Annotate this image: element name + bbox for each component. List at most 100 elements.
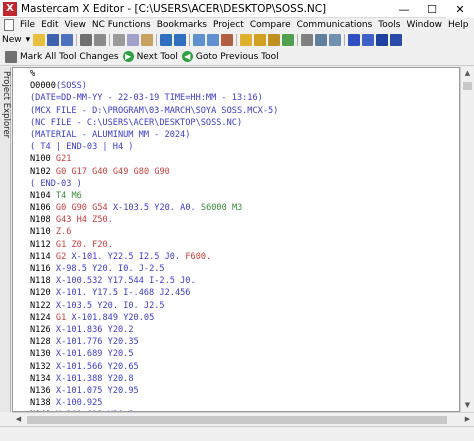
vertical-scrollbar[interactable]: ▲ ▼ <box>460 67 474 412</box>
open-folder-icon[interactable] <box>33 34 46 46</box>
code-line[interactable]: N102 G0 G17 G40 G49 G80 G90 <box>30 166 278 178</box>
minimize-button[interactable]: — <box>390 0 418 18</box>
code-line[interactable]: (MATERIAL - ALUMINUM MM - 2024) <box>30 129 278 141</box>
replace-icon[interactable] <box>221 34 234 46</box>
code-line[interactable]: N138 X-100.925 <box>30 397 278 409</box>
menu-project[interactable]: Project <box>210 20 247 30</box>
menu-file[interactable]: File <box>17 20 38 30</box>
code-line[interactable]: % <box>30 68 278 80</box>
code-line[interactable]: N118 X-100.532 Y17.544 I-2.5 J0. <box>30 275 278 287</box>
undo-icon[interactable] <box>160 34 173 46</box>
scroll-left-icon[interactable]: ◀ <box>12 413 25 426</box>
print-preview-icon[interactable] <box>94 34 107 46</box>
code-line[interactable]: N120 X-101. Y17.5 I-.468 J2.456 <box>30 287 278 299</box>
bookmark-clear-icon[interactable] <box>282 34 295 46</box>
scroll-right-icon[interactable]: ▶ <box>461 413 474 426</box>
arrow-left-icon: ◀ <box>181 51 193 62</box>
send-icon[interactable] <box>376 34 389 46</box>
code-line[interactable]: N122 X-103.5 Y20. I0. J2.5 <box>30 300 278 312</box>
code-line[interactable]: N134 X-101.388 Y20.8 <box>30 373 278 385</box>
vertical-scroll-thumb[interactable] <box>463 82 472 90</box>
code-line[interactable]: N114 G2 X-101. Y22.5 I2.5 J0. F600. <box>30 251 278 263</box>
horizontal-scrollbar[interactable]: ◀ ▶ <box>12 412 474 426</box>
mark-all-tool-changes-button[interactable]: Mark All Tool Changes <box>4 50 119 63</box>
scroll-up-icon[interactable]: ▲ <box>461 67 474 80</box>
toolbar-divider <box>297 34 299 46</box>
code-line[interactable]: N126 X-101.836 Y20.2 <box>30 324 278 336</box>
mastercam-app-icon[interactable]: X <box>3 1 17 16</box>
menu-tools[interactable]: Tools <box>375 20 403 30</box>
arrow-right-icon: ▶ <box>122 51 134 62</box>
window-controls: — ☐ ✕ <box>390 0 474 18</box>
mark-all-tool-changes-label: Mark All Tool Changes <box>20 51 119 62</box>
menu-bookmarks[interactable]: Bookmarks <box>154 20 210 30</box>
code-line[interactable]: N130 X-101.689 Y20.5 <box>30 348 278 360</box>
cut-icon[interactable] <box>113 34 126 46</box>
horizontal-scroll-thumb[interactable] <box>27 416 447 424</box>
toolbar-divider <box>189 34 191 46</box>
new-dropdown-icon[interactable]: ▾ <box>24 35 33 45</box>
bookmark-icon[interactable] <box>240 34 253 46</box>
menu-compare[interactable]: Compare <box>247 20 294 30</box>
code-line[interactable]: N110 Z.6 <box>30 226 278 238</box>
new-button[interactable]: New <box>0 35 24 45</box>
code-line[interactable]: N132 X-101.566 Y20.65 <box>30 361 278 373</box>
close-button[interactable]: ✕ <box>446 0 474 18</box>
print-icon[interactable] <box>80 34 93 46</box>
cascade-icon[interactable] <box>329 34 342 46</box>
renumber-icon[interactable] <box>362 34 375 46</box>
code-line[interactable]: N108 G43 H4 Z50. <box>30 214 278 226</box>
paste-icon[interactable] <box>141 34 154 46</box>
title-bar: X Mastercam X Editor - [C:\USERS\ACER\DE… <box>0 0 474 18</box>
menu-window[interactable]: Window <box>403 20 445 30</box>
code-line[interactable]: N106 G0 G90 G54 X-103.5 Y20. A0. S6000 M… <box>30 202 278 214</box>
redo-icon[interactable] <box>174 34 187 46</box>
project-explorer-tab[interactable]: Project Explorer <box>0 67 11 412</box>
save-icon[interactable] <box>47 34 60 46</box>
code-lines: % O0000(SOSS) (DATE=DD-MM-YY - 22-03-19 TI… <box>30 68 278 411</box>
tool-navigation-toolbar: Mark All Tool Changes ▶ Next Tool ◀ Goto… <box>0 48 474 66</box>
toolbar-divider <box>76 34 78 46</box>
code-line[interactable]: (NC FILE - C:\USERS\ACER\DESKTOP\SOSS.NC… <box>30 117 278 129</box>
code-line[interactable]: N128 X-101.776 Y20.35 <box>30 336 278 348</box>
project-explorer-label: Project Explorer <box>1 71 11 139</box>
code-line[interactable]: N104 T4 M6 <box>30 190 278 202</box>
save-all-icon[interactable] <box>61 34 74 46</box>
document-icon[interactable] <box>4 19 14 31</box>
tile-icon[interactable] <box>315 34 328 46</box>
toolbar-divider <box>156 34 158 46</box>
menu-help[interactable]: Help <box>445 20 472 30</box>
compare-icon[interactable] <box>301 34 314 46</box>
receive-icon[interactable] <box>390 34 403 46</box>
code-line[interactable]: O0000(SOSS) <box>30 80 278 92</box>
scroll-down-icon[interactable]: ▼ <box>461 399 474 412</box>
maximize-button[interactable]: ☐ <box>418 0 446 18</box>
menu-edit[interactable]: Edit <box>38 20 61 30</box>
code-line[interactable]: (MCX FILE - D:\PROGRAM\03-MARCH\SOYA SOS… <box>30 105 278 117</box>
find-next-icon[interactable] <box>207 34 220 46</box>
nc-code-editor[interactable]: % O0000(SOSS) (DATE=DD-MM-YY - 22-03-19 TI… <box>12 67 460 412</box>
copy-icon[interactable] <box>127 34 140 46</box>
code-line[interactable]: N124 G1 X-101.849 Y20.05 <box>30 312 278 324</box>
menu-nc-functions[interactable]: NC Functions <box>89 20 154 30</box>
goto-previous-tool-button[interactable]: ◀ Goto Previous Tool <box>181 51 279 62</box>
find-icon[interactable] <box>193 34 206 46</box>
next-tool-label: Next Tool <box>136 51 178 62</box>
bookmark-next-icon[interactable] <box>254 34 267 46</box>
toolbar-divider <box>344 34 346 46</box>
bookmark-prev-icon[interactable] <box>268 34 281 46</box>
code-line[interactable]: ( T4 | END-03 | H4 ) <box>30 141 278 153</box>
pencil-icon <box>5 50 17 63</box>
code-line[interactable]: N100 G21 <box>30 153 278 165</box>
code-line[interactable]: N136 X-101.075 Y20.95 <box>30 385 278 397</box>
status-bar <box>0 426 474 441</box>
menu-view[interactable]: View <box>62 20 89 30</box>
code-line[interactable]: ( END-03 ) <box>30 178 278 190</box>
code-line[interactable]: (DATE=DD-MM-YY - 22-03-19 TIME=HH:MM - 1… <box>30 92 278 104</box>
code-line[interactable]: N112 G1 Z0. F20. <box>30 239 278 251</box>
code-line[interactable]: N116 X-98.5 Y20. I0. J-2.5 <box>30 263 278 275</box>
next-tool-button[interactable]: ▶ Next Tool <box>122 51 178 62</box>
goto-previous-tool-label: Goto Previous Tool <box>195 51 279 62</box>
backplot-icon[interactable] <box>348 34 361 46</box>
menu-communications[interactable]: Communications <box>294 20 376 30</box>
